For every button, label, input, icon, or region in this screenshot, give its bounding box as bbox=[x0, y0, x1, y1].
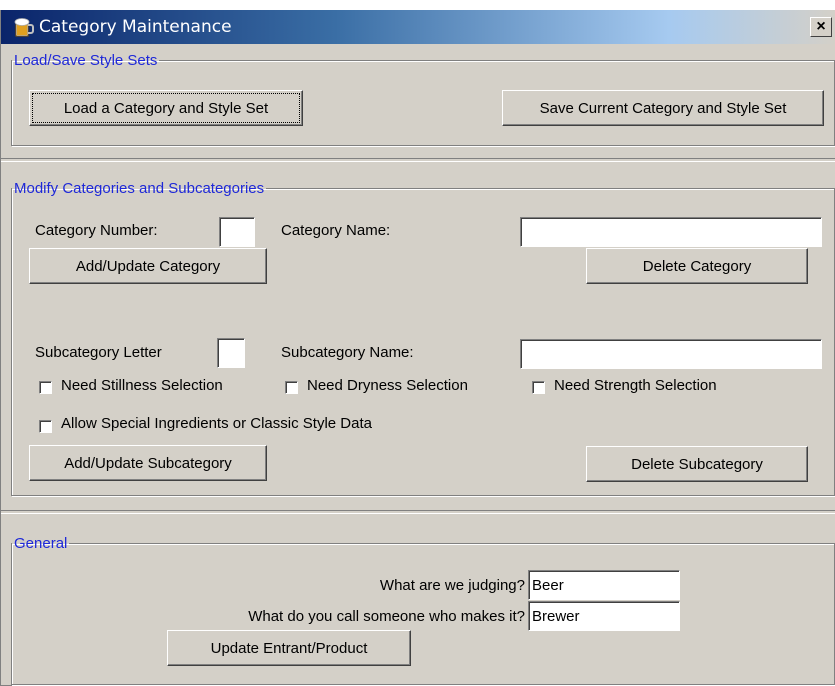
divider bbox=[1, 510, 835, 514]
load-style-set-button[interactable]: Load a Category and Style Set bbox=[29, 90, 303, 126]
category-number-label: Category Number: bbox=[35, 222, 158, 239]
load-save-legend: Load/Save Style Sets bbox=[14, 52, 158, 69]
add-update-subcategory-button[interactable]: Add/Update Subcategory bbox=[29, 445, 267, 481]
maker-input[interactable] bbox=[528, 601, 680, 631]
modify-legend: Modify Categories and Subcategories bbox=[14, 180, 265, 197]
save-style-set-button[interactable]: Save Current Category and Style Set bbox=[502, 90, 824, 126]
beer-mug-icon bbox=[14, 18, 34, 37]
title-bar[interactable]: Category Maintenance × bbox=[1, 10, 835, 44]
update-entrant-product-button[interactable]: Update Entrant/Product bbox=[167, 630, 411, 666]
allow-special-ingredients-label[interactable]: Allow Special Ingredients or Classic Sty… bbox=[61, 415, 372, 432]
maker-label: What do you call someone who makes it? bbox=[248, 608, 525, 625]
category-name-label: Category Name: bbox=[281, 222, 391, 239]
subcategory-name-label: Subcategory Name: bbox=[281, 344, 414, 361]
judging-input[interactable] bbox=[528, 570, 680, 600]
need-dryness-checkbox[interactable] bbox=[285, 381, 298, 394]
need-dryness-label[interactable]: Need Dryness Selection bbox=[307, 377, 468, 394]
close-button[interactable]: × bbox=[810, 17, 832, 37]
category-name-input[interactable] bbox=[520, 217, 822, 247]
category-number-input[interactable] bbox=[219, 217, 255, 247]
delete-category-button[interactable]: Delete Category bbox=[586, 248, 808, 284]
need-stillness-checkbox[interactable] bbox=[39, 381, 52, 394]
subcategory-letter-input[interactable] bbox=[217, 338, 245, 368]
subcategory-letter-label: Subcategory Letter bbox=[35, 344, 162, 361]
general-legend: General bbox=[14, 535, 68, 552]
judging-label: What are we judging? bbox=[379, 577, 525, 594]
window-title: Category Maintenance bbox=[39, 17, 232, 37]
divider bbox=[1, 158, 835, 162]
need-strength-checkbox[interactable] bbox=[532, 381, 545, 394]
delete-subcategory-button[interactable]: Delete Subcategory bbox=[586, 446, 808, 482]
add-update-category-button[interactable]: Add/Update Category bbox=[29, 248, 267, 284]
allow-special-ingredients-checkbox[interactable] bbox=[39, 420, 52, 433]
need-strength-label[interactable]: Need Strength Selection bbox=[554, 377, 717, 394]
category-maintenance-window: Category Maintenance × Load/Save Style S… bbox=[0, 10, 835, 686]
subcategory-name-input[interactable] bbox=[520, 339, 822, 369]
need-stillness-label[interactable]: Need Stillness Selection bbox=[61, 377, 223, 394]
